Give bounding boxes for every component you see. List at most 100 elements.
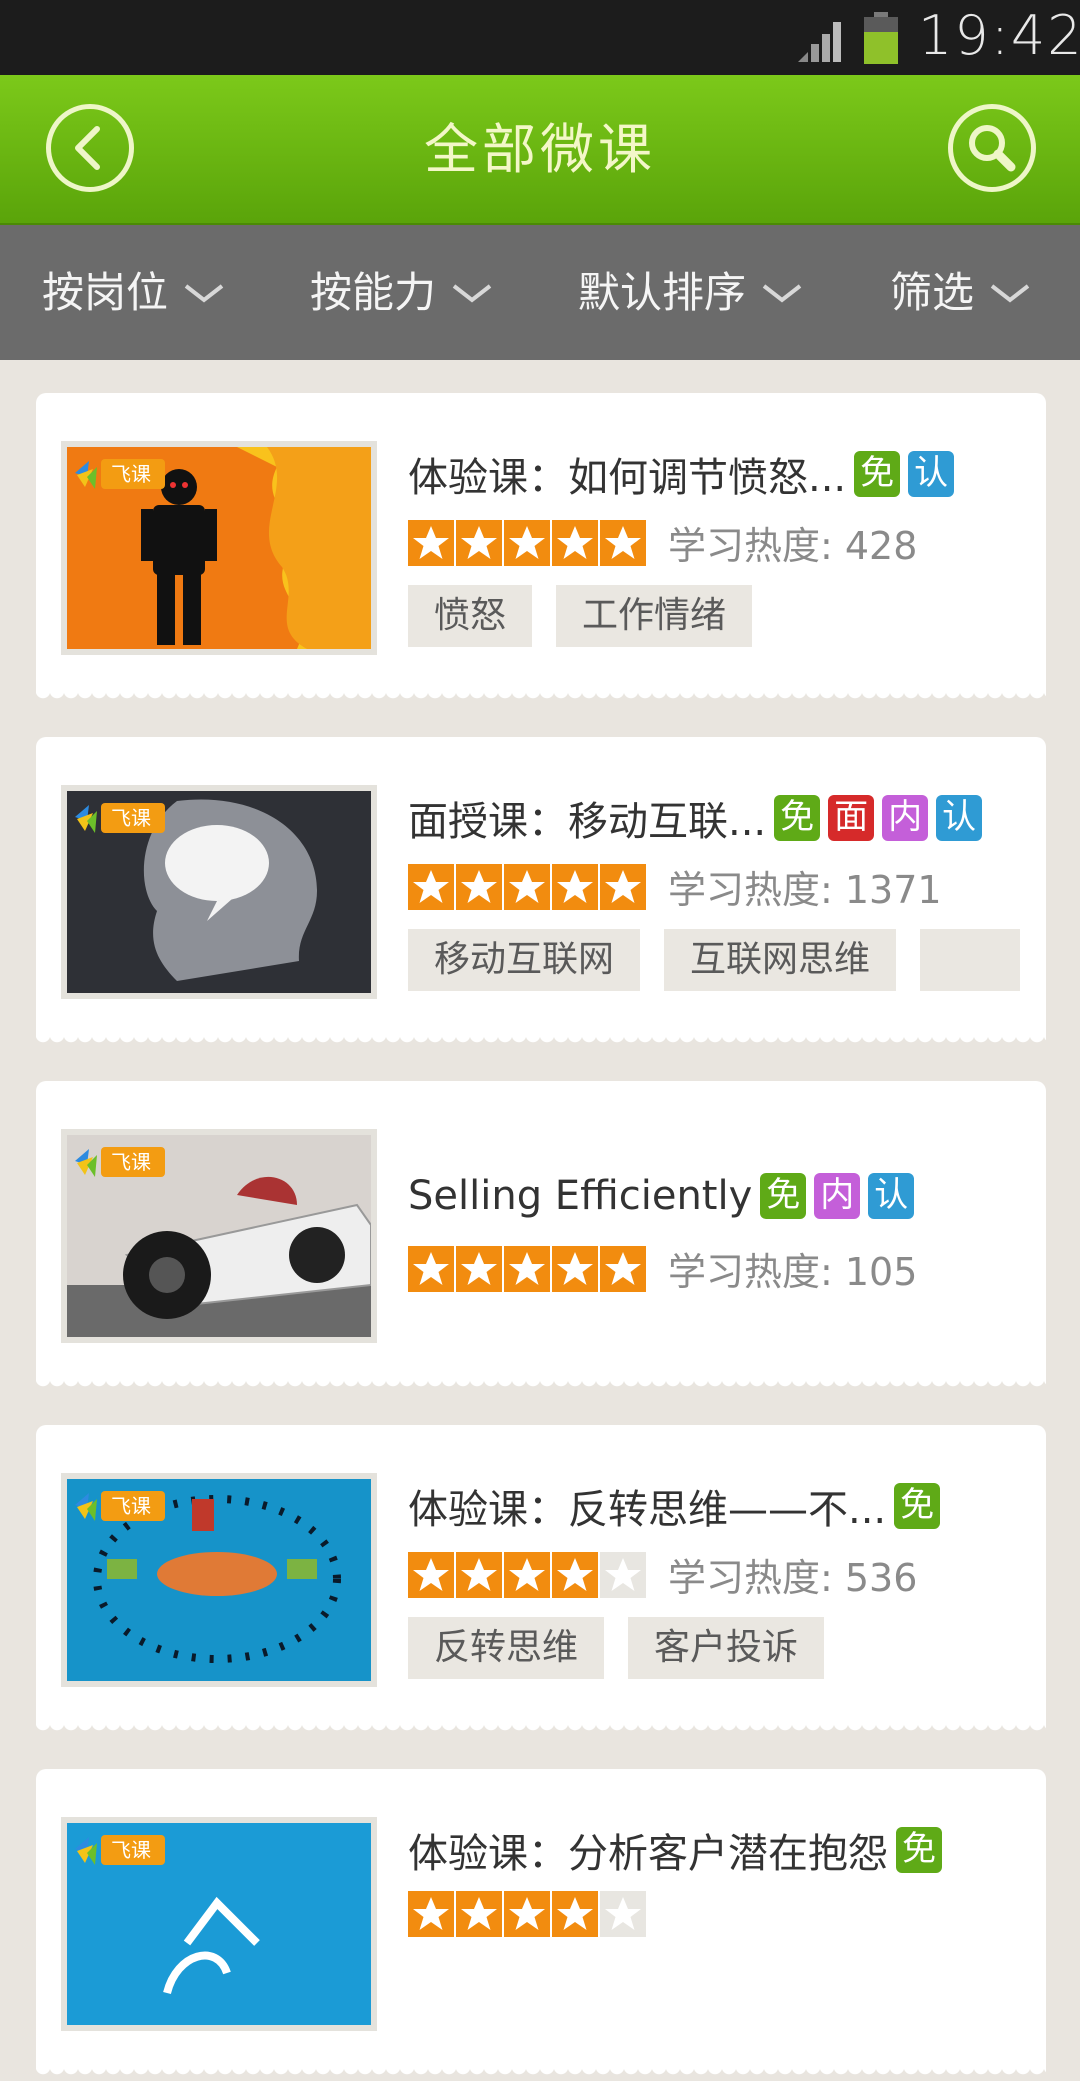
free-badge: 免: [854, 451, 901, 497]
free-badge: 免: [894, 1483, 941, 1529]
chevron-left-icon: [75, 126, 100, 170]
course-title: 体验课：分析客户潜在抱怨: [408, 1831, 888, 1877]
app-header: 全部微课: [0, 75, 1080, 225]
filter-bar: 按岗位 按能力 默认排序 筛选: [0, 225, 1080, 360]
course-card[interactable]: 飞课 体验课：如何调节愤怒... 免认 学习热度: 428 愤怒 工作情绪: [36, 393, 1046, 705]
course-title: 体验课：反转思维——不...: [408, 1487, 887, 1533]
status-bar: 19:42: [0, 0, 1080, 75]
star-icon: [504, 1245, 550, 1292]
star-icon: [456, 519, 502, 566]
course-thumbnail[interactable]: 飞课: [61, 1473, 377, 1687]
face-to-face-badge: 面: [828, 795, 875, 841]
course-title-row[interactable]: 体验课：分析客户潜在抱怨免: [408, 1821, 942, 1879]
star-icon: [600, 1551, 646, 1598]
course-title-row[interactable]: Selling Efficiently 免内认: [408, 1173, 915, 1219]
rating-row: 学习热度: 536: [408, 1547, 917, 1602]
certified-badge: 认: [908, 451, 955, 497]
filter-label: 默认排序: [578, 268, 747, 317]
filter-label: 按能力: [310, 268, 437, 317]
star-icon: [408, 1551, 454, 1598]
thumb-logo-text: 飞课: [111, 1838, 151, 1862]
course-card[interactable]: 飞课 体验课：分析客户潜在抱怨免: [36, 1769, 1046, 2081]
star-icon: [504, 863, 550, 910]
star-icon: [504, 1551, 550, 1598]
course-tag[interactable]: 工作情绪: [551, 585, 753, 647]
filter-screen[interactable]: 筛选: [890, 225, 1030, 360]
filter-sort[interactable]: 默认排序: [578, 225, 802, 360]
rating-row: [408, 1891, 668, 1937]
course-card[interactable]: 飞课 面授课：移动互联... 免面内认 学习热度: 1371 移动互联网 互联网思维: [36, 737, 1046, 1049]
free-badge: 免: [774, 795, 821, 841]
course-title: Selling Efficiently: [408, 1173, 753, 1219]
thumb-logo-text: 飞课: [111, 462, 151, 486]
certified-badge: 认: [868, 1173, 915, 1219]
course-thumbnail[interactable]: 飞课: [61, 785, 377, 999]
course-title-row[interactable]: 面授课：移动互联... 免面内认: [408, 789, 983, 847]
learning-heat: 学习热度: 1371: [668, 868, 942, 912]
course-title: 面授课：移动互联...: [408, 799, 767, 845]
battery-icon: [864, 12, 898, 64]
star-icon: [456, 1891, 502, 1937]
rating-row: 学习热度: 428: [408, 515, 917, 570]
thumb-logo-text: 飞课: [111, 806, 151, 830]
learning-heat: 学习热度: 536: [668, 1556, 918, 1600]
star-icon: [552, 1891, 598, 1937]
star-icon: [552, 1245, 598, 1292]
course-title-row[interactable]: 体验课：反转思维——不... 免: [408, 1477, 941, 1535]
thumb-logo-text: 飞课: [111, 1494, 151, 1518]
search-icon: [969, 125, 1016, 172]
star-icon: [600, 1891, 646, 1937]
star-icon: [552, 863, 598, 910]
course-tag[interactable]: 愤怒: [402, 585, 533, 647]
course-thumbnail[interactable]: 飞课: [61, 1817, 377, 2031]
star-icon: [600, 863, 646, 910]
certified-badge: 认: [936, 795, 983, 841]
star-icon: [408, 1245, 454, 1292]
course-card[interactable]: 飞课 体验课：反转思维——不... 免 学习热度: 536 反转思维 客户投诉: [36, 1425, 1046, 1737]
course-tag[interactable]: 反转思维: [402, 1617, 605, 1679]
course-card[interactable]: 飞课 Selling Efficiently 免内认 学习热度: 105: [36, 1081, 1046, 1393]
star-icon: [408, 519, 454, 566]
filter-label: 按岗位: [42, 268, 169, 317]
free-badge: 免: [760, 1173, 807, 1219]
star-icon: [552, 519, 598, 566]
tag-list: 移动互联网 互联网思维: [402, 929, 1044, 991]
free-badge: 免: [896, 1827, 942, 1873]
tag-list: 愤怒 工作情绪: [402, 585, 776, 647]
signal-icon: [798, 22, 841, 62]
filter-label: 筛选: [890, 268, 975, 317]
filter-position[interactable]: 按岗位: [42, 225, 224, 360]
learning-heat: 学习热度: 105: [668, 1250, 918, 1294]
star-icon: [456, 863, 502, 910]
clock: 19:42: [918, 4, 1080, 67]
chevron-down-icon: [184, 283, 224, 303]
internal-badge: 内: [882, 795, 929, 841]
star-icon: [600, 1245, 646, 1292]
course-title-row[interactable]: 体验课：如何调节愤怒... 免认: [408, 445, 955, 503]
course-title: 体验课：如何调节愤怒...: [408, 455, 847, 501]
tag-list: 反转思维 客户投诉: [402, 1617, 848, 1679]
star-icon: [456, 1551, 502, 1598]
rating-row: 学习热度: 1371: [408, 859, 942, 914]
search-button[interactable]: [948, 104, 1036, 192]
chevron-down-icon: [990, 283, 1030, 303]
course-thumbnail[interactable]: 飞课: [61, 1129, 377, 1343]
star-icon: [504, 519, 550, 566]
page-title: 全部微课: [424, 118, 656, 181]
star-icon: [504, 1891, 550, 1937]
star-icon: [408, 863, 454, 910]
star-icon: [600, 519, 646, 566]
chevron-down-icon: [452, 283, 492, 303]
filter-ability[interactable]: 按能力: [310, 225, 492, 360]
star-icon: [408, 1891, 454, 1937]
course-tag[interactable]: 互联网思维: [659, 929, 897, 991]
back-button[interactable]: [46, 104, 134, 192]
course-tag[interactable]: 客户投诉: [623, 1617, 825, 1679]
learning-heat: 学习热度: 428: [668, 524, 918, 568]
course-thumbnail[interactable]: 飞课: [61, 441, 377, 655]
course-tag[interactable]: [915, 929, 1021, 991]
course-tag[interactable]: 移动互联网: [402, 929, 641, 991]
star-icon: [456, 1245, 502, 1292]
star-icon: [552, 1551, 598, 1598]
rating-row: 学习热度: 105: [408, 1241, 917, 1296]
